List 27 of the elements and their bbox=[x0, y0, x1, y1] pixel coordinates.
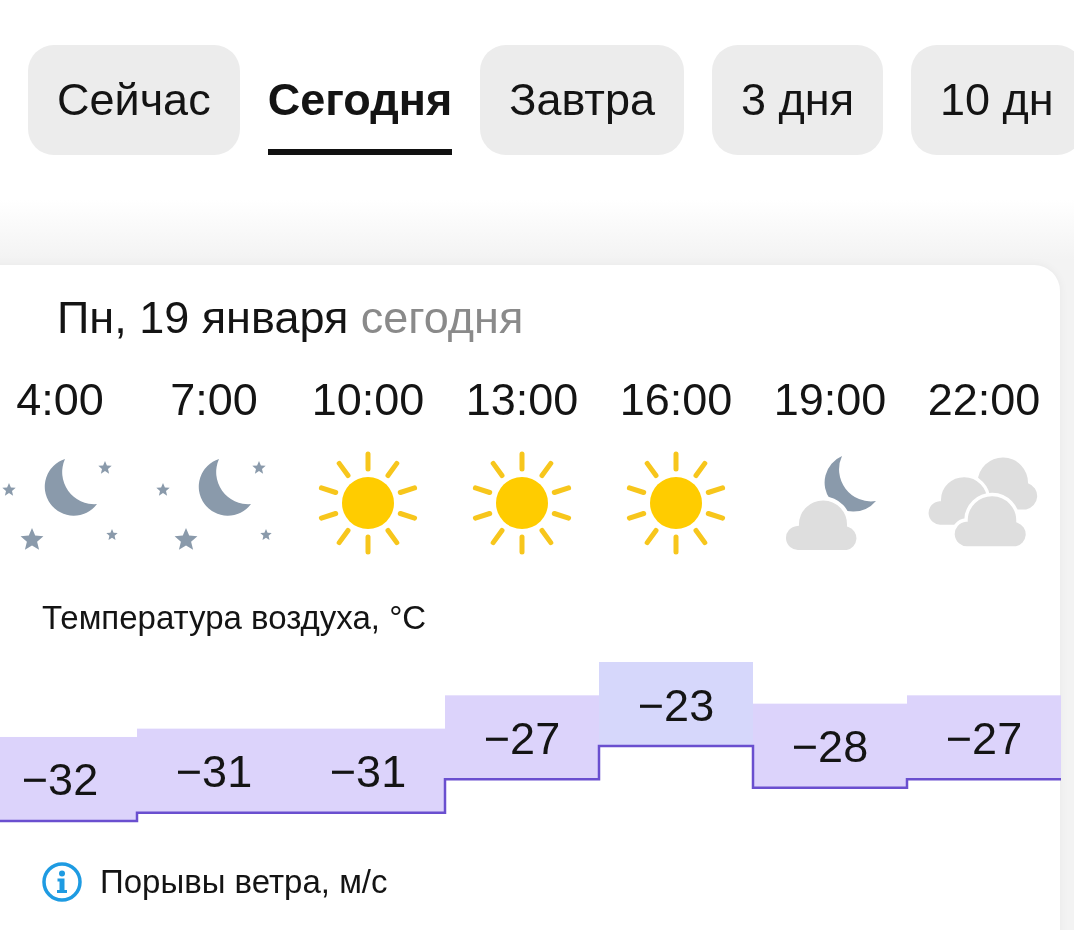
tab[interactable]: 10 дн bbox=[911, 45, 1074, 155]
hour-label: 16:00 bbox=[618, 375, 734, 425]
tab[interactable]: Завтра bbox=[480, 45, 684, 155]
tab[interactable]: 3 дня bbox=[712, 45, 884, 155]
hour-label: 13:00 bbox=[464, 375, 580, 425]
hour-label: 10:00 bbox=[310, 375, 426, 425]
tab[interactable]: Сейчас bbox=[28, 45, 240, 155]
temperature-label: −27 bbox=[483, 712, 561, 764]
temperature-label: −31 bbox=[329, 746, 407, 798]
section-title: Порывы ветра, м/с bbox=[100, 863, 388, 901]
hour-label: 7:00 bbox=[169, 375, 259, 425]
date-text: Пн, 19 января bbox=[57, 292, 349, 343]
temperature-label: −31 bbox=[175, 746, 253, 798]
section-title: Температура воздуха, °C bbox=[42, 599, 427, 637]
tab[interactable]: Сегодня bbox=[267, 45, 453, 155]
hour-label: 4:00 bbox=[15, 375, 105, 425]
temperature-label: −27 bbox=[945, 712, 1023, 764]
temperature-label: −28 bbox=[791, 721, 869, 773]
sun-icon bbox=[316, 451, 420, 555]
relative-day-text: сегодня bbox=[360, 292, 524, 343]
temperature-label: −23 bbox=[637, 679, 715, 731]
sun-icon bbox=[624, 451, 728, 555]
sun-icon bbox=[470, 451, 574, 555]
hour-label: 22:00 bbox=[926, 375, 1042, 425]
hour-label: 19:00 bbox=[772, 375, 888, 425]
info-icon[interactable] bbox=[42, 862, 82, 902]
temperature-label: −32 bbox=[21, 754, 99, 806]
